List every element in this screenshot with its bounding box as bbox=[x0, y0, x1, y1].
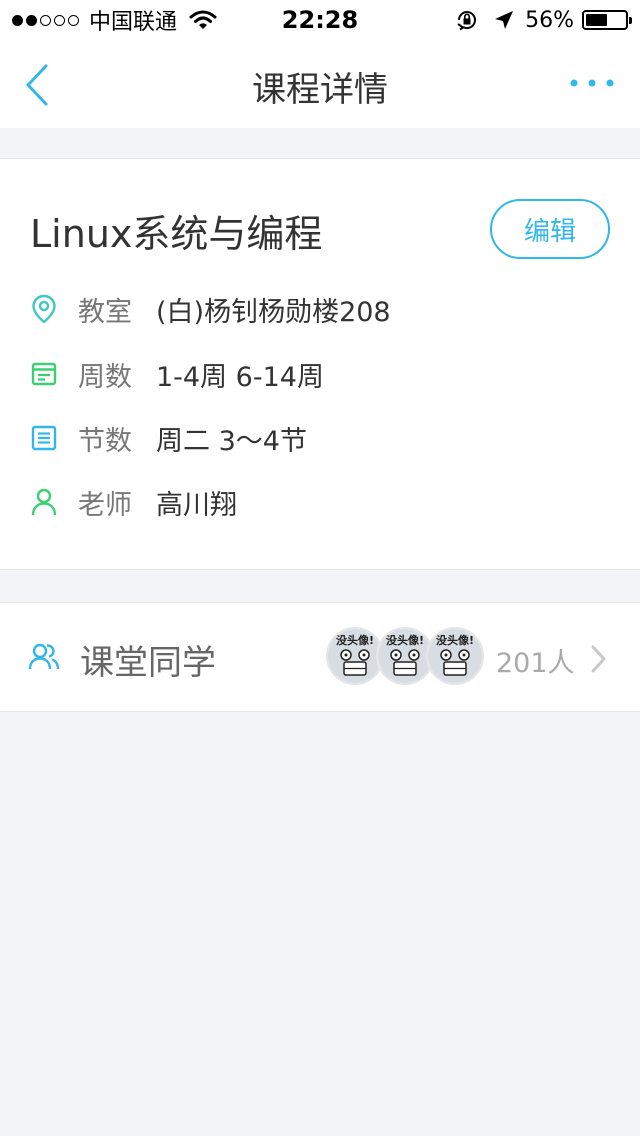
chevron-right-icon bbox=[591, 645, 606, 673]
list-icon bbox=[30, 424, 58, 452]
info-row-weeks: 周数 1-4周 6-14周 bbox=[30, 354, 324, 394]
periods-label: 节数 bbox=[78, 425, 132, 457]
battery-level bbox=[586, 14, 607, 26]
signal-strength-icon bbox=[12, 14, 79, 26]
status-left: 中国联通 bbox=[12, 6, 217, 35]
course-name: Linux系统与编程 bbox=[30, 212, 323, 256]
nav-bar: 课程详情 bbox=[0, 40, 640, 128]
chevron-left-icon bbox=[26, 64, 48, 106]
weeks-value: 1-4周 6-14周 bbox=[156, 361, 324, 393]
classroom-value: (白)杨钊杨勋楼208 bbox=[156, 296, 391, 328]
more-dots-icon bbox=[570, 79, 614, 87]
group-icon bbox=[28, 643, 60, 670]
status-right: 56% bbox=[455, 6, 632, 34]
course-card: Linux系统与编程 编辑 教室 (白)杨钊杨勋楼208 周数 1-4周 6-1… bbox=[0, 158, 640, 570]
status-bar: 中国联通 22:28 56% bbox=[0, 0, 640, 40]
teacher-label: 老师 bbox=[78, 489, 132, 521]
svg-text:没头像!: 没头像! bbox=[336, 633, 374, 647]
location-pin-icon bbox=[30, 294, 58, 324]
classmates-row[interactable]: 课堂同学 没头像! 没头像! 没头像! 201人 bbox=[0, 602, 640, 712]
weeks-label: 周数 bbox=[78, 361, 132, 393]
svg-text:没头像!: 没头像! bbox=[386, 633, 424, 647]
edit-button[interactable]: 编辑 bbox=[490, 199, 610, 259]
classmate-avatars: 没头像! 没头像! 没头像! bbox=[326, 627, 486, 687]
more-button[interactable] bbox=[566, 68, 618, 98]
calendar-icon bbox=[30, 360, 58, 388]
back-button[interactable] bbox=[18, 60, 62, 110]
carrier-name: 中国联通 bbox=[89, 10, 178, 35]
svg-text:没头像!: 没头像! bbox=[436, 633, 474, 647]
teacher-value: 高川翔 bbox=[156, 489, 237, 521]
info-row-periods: 节数 周二 3～4节 bbox=[30, 418, 307, 458]
person-icon bbox=[30, 488, 58, 516]
rotation-lock-icon bbox=[457, 11, 477, 31]
classmates-count: 201人 bbox=[496, 648, 575, 679]
location-arrow-icon bbox=[495, 11, 514, 29]
wifi-icon bbox=[189, 10, 217, 29]
classmates-label: 课堂同学 bbox=[80, 643, 216, 683]
info-row-classroom: 教室 (白)杨钊杨勋楼208 bbox=[30, 289, 391, 329]
periods-value: 周二 3～4节 bbox=[156, 425, 307, 457]
page-title: 课程详情 bbox=[252, 70, 388, 110]
battery-icon bbox=[582, 10, 632, 30]
info-row-teacher: 老师 高川翔 bbox=[30, 482, 237, 522]
avatar: 没头像! bbox=[426, 627, 484, 685]
classroom-label: 教室 bbox=[78, 296, 132, 328]
battery-percent: 56% bbox=[525, 7, 574, 33]
